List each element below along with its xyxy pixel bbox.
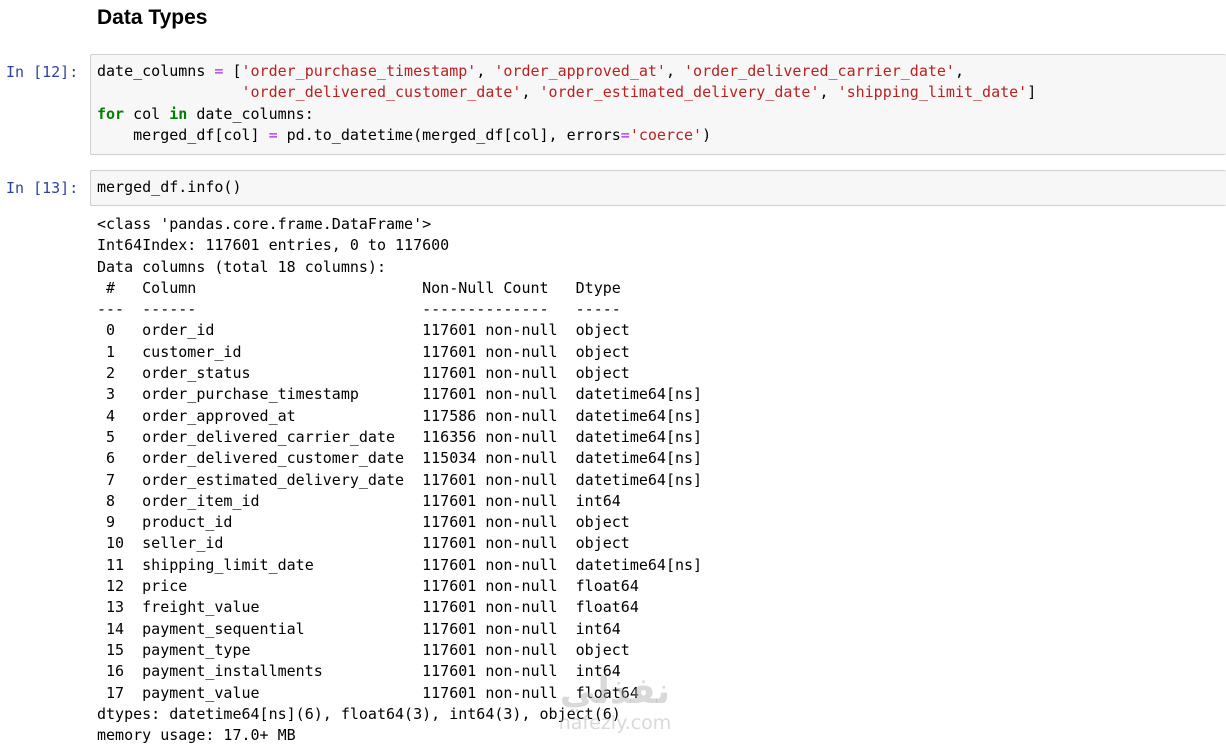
- operator: =: [620, 125, 630, 144]
- operator: =: [268, 125, 278, 144]
- code-text: date_columns: [97, 62, 215, 80]
- output-line: memory usage: 17.0+ MB: [97, 726, 296, 745]
- cell-12-prompt: In [12]:: [6, 63, 79, 81]
- output-line: 15 payment_type 117601 non-null object: [97, 640, 630, 659]
- code-text: ,: [665, 62, 685, 80]
- cell-12-input[interactable]: date_columns = ['order_purchase_timestam…: [90, 54, 1226, 155]
- output-line: --- ------ -------------- -----: [97, 300, 621, 319]
- output-line: 12 price 117601 non-null float64: [97, 577, 639, 596]
- output-line: 11 shipping_limit_date 117601 non-null d…: [97, 555, 703, 574]
- cell-13-output: <class 'pandas.core.frame.DataFrame'> Int…: [97, 214, 702, 746]
- output-line: Data columns (total 18 columns):: [97, 257, 386, 276]
- section-heading: Data Types: [97, 6, 208, 29]
- code-text: merged_df[col]: [97, 125, 269, 144]
- output-line: # Column Non-Null Count Dtype: [97, 278, 621, 297]
- output-line: 4 order_approved_at 117586 non-null date…: [97, 406, 703, 425]
- code-text: ]: [1027, 83, 1037, 102]
- code-text: date_columns:: [187, 104, 314, 123]
- code-text: ,: [476, 62, 495, 80]
- output-line: 13 freight_value 117601 non-null float64: [97, 598, 639, 617]
- string-literal: 'order_delivered_customer_date': [241, 83, 522, 102]
- output-line: 10 seller_id 117601 non-null object: [97, 534, 630, 553]
- output-line: dtypes: datetime64[ns](6), float64(3), i…: [97, 704, 621, 723]
- string-literal: 'order_purchase_timestamp': [241, 62, 477, 80]
- code-text: ,: [819, 83, 838, 102]
- string-literal: 'order_delivered_carrier_date': [684, 62, 955, 80]
- string-literal: 'order_approved_at': [494, 62, 666, 80]
- output-line: 6 order_delivered_customer_date 115034 n…: [97, 449, 703, 468]
- output-line: 9 product_id 117601 non-null object: [97, 513, 630, 532]
- output-line: 8 order_item_id 117601 non-null int64: [97, 491, 621, 510]
- output-line: 0 order_id 117601 non-null object: [97, 321, 630, 340]
- output-line: 3 order_purchase_timestamp 117601 non-nu…: [97, 385, 703, 404]
- cell-13-code[interactable]: merged_df.info(): [97, 177, 242, 198]
- string-literal: 'order_estimated_delivery_date': [539, 83, 820, 102]
- code-text: [: [223, 62, 242, 80]
- code-text: col: [124, 104, 170, 123]
- string-literal: 'shipping_limit_date': [837, 83, 1028, 102]
- code-text: ,: [521, 83, 540, 102]
- code-text: ): [702, 125, 712, 144]
- cell-13-prompt: In [13]:: [6, 179, 79, 197]
- output-line: <class 'pandas.core.frame.DataFrame'>: [97, 215, 432, 233]
- output-line: 5 order_delivered_carrier_date 116356 no…: [97, 427, 703, 446]
- cell-12-code[interactable]: date_columns = ['order_purchase_timestam…: [97, 61, 1036, 146]
- keyword: in: [169, 104, 188, 123]
- string-literal: 'coerce': [629, 125, 703, 144]
- output-line: 14 payment_sequential 117601 non-null in…: [97, 619, 621, 638]
- keyword: for: [97, 104, 125, 123]
- output-line: 7 order_estimated_delivery_date 117601 n…: [97, 470, 703, 489]
- output-line: 17 payment_value 117601 non-null float64: [97, 683, 639, 702]
- code-text: ,: [954, 62, 964, 80]
- output-line: 16 payment_installments 117601 non-null …: [97, 662, 621, 681]
- output-line: 1 customer_id 117601 non-null object: [97, 342, 630, 361]
- cell-13-input[interactable]: merged_df.info(): [90, 170, 1226, 206]
- output-line: Int64Index: 117601 entries, 0 to 117600: [97, 236, 450, 255]
- code-text: pd.to_datetime(merged_df[col], errors: [277, 125, 621, 144]
- output-line: 2 order_status 117601 non-null object: [97, 364, 630, 383]
